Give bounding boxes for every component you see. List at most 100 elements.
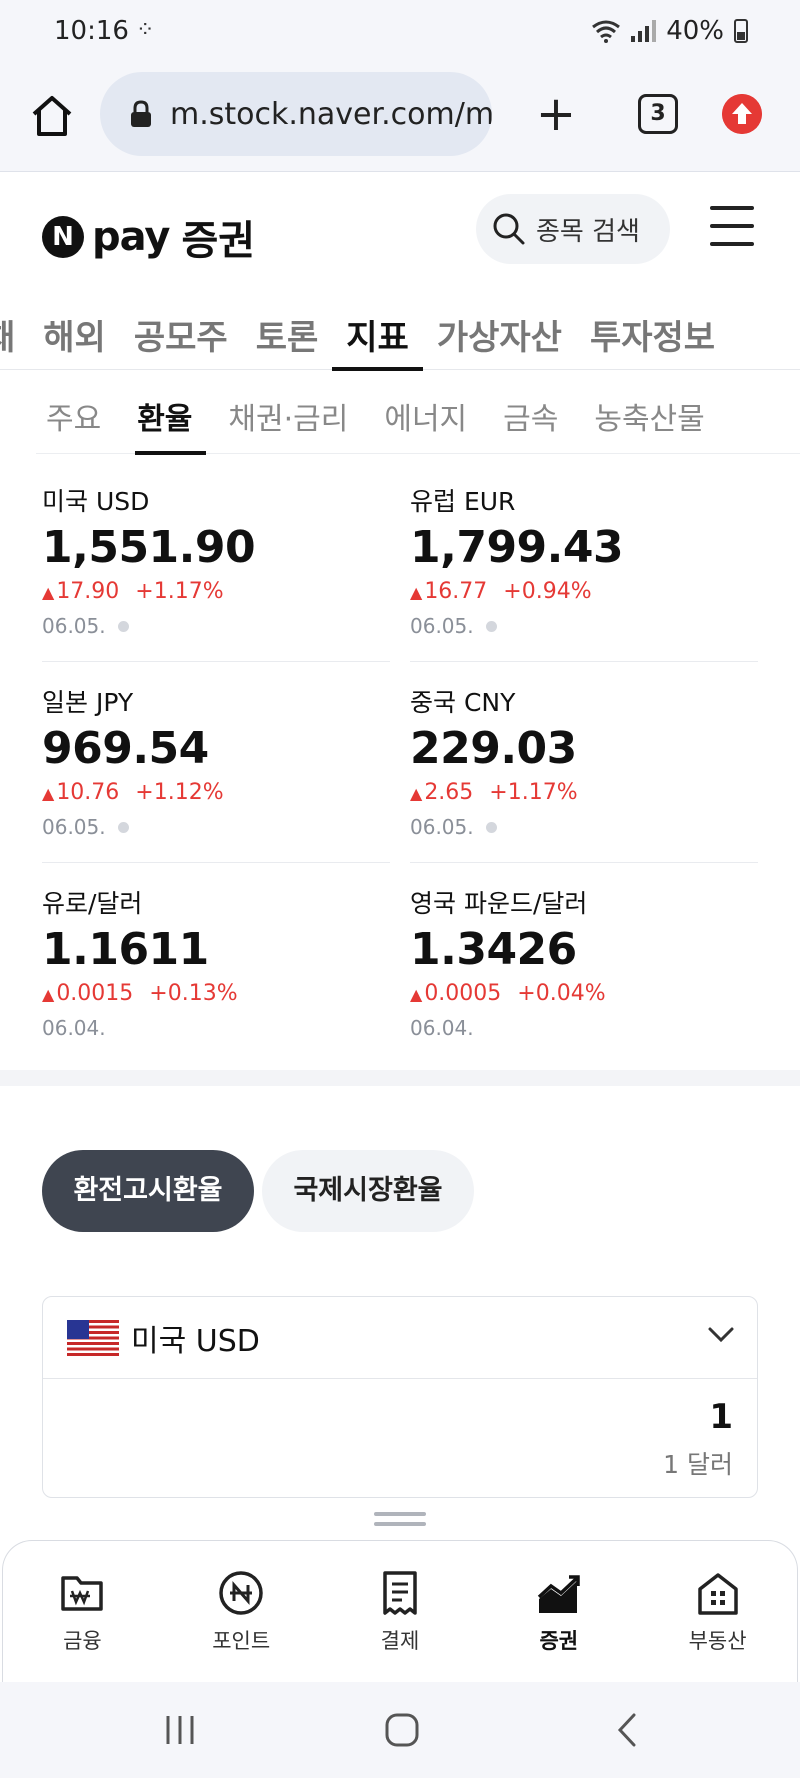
- url-text: m.stock.naver.com/m: [170, 96, 492, 132]
- tab-indicators[interactable]: 지표: [332, 292, 423, 371]
- rate-change: ▲17.90 +1.17%: [42, 579, 390, 604]
- rate-date: 06.05.: [42, 614, 390, 638]
- status-dot: [117, 620, 129, 632]
- rate-card-cny[interactable]: 중국 CNY 229.03 ▲2.65 +1.17% 06.05.: [410, 663, 758, 863]
- tab-ipo[interactable]: 공모주: [120, 292, 242, 370]
- subtab-energy[interactable]: 에너지: [374, 372, 481, 454]
- rate-change: ▲16.77 +0.94%: [410, 579, 758, 604]
- update-icon[interactable]: [722, 94, 762, 134]
- up-triangle-icon: ▲: [42, 985, 55, 1004]
- nav-label: 부동산: [688, 1629, 747, 1653]
- section-divider: [0, 1070, 800, 1086]
- recent-apps-icon[interactable]: [160, 1710, 200, 1750]
- rate-name: 영국 파운드/달러: [410, 889, 588, 918]
- rate-change-percent: +0.04%: [517, 981, 606, 1006]
- rate-change-percent: +0.13%: [149, 981, 238, 1006]
- tab-discussion[interactable]: 토론: [242, 292, 333, 370]
- chevron-down-icon: [708, 1327, 734, 1343]
- app-header: N pay 증권 종목 검색: [0, 172, 800, 288]
- rate-date-text: 06.05.: [410, 815, 474, 839]
- nav-stocks[interactable]: 증권: [479, 1541, 638, 1682]
- naver-n-icon: N: [42, 216, 84, 258]
- rate-value: 1.1611: [42, 924, 209, 975]
- tab-crypto[interactable]: 가상자산: [423, 292, 576, 370]
- battery-percent: 40%: [666, 16, 724, 46]
- status-dot: [117, 821, 129, 833]
- amount-input[interactable]: 1: [709, 1397, 733, 1437]
- rate-change-amount: 16.77: [424, 579, 488, 604]
- rate-value: 1,551.90: [42, 522, 256, 573]
- wallet-won-icon: [61, 1576, 104, 1611]
- home-icon[interactable]: [28, 92, 76, 140]
- home-nav-icon[interactable]: [382, 1710, 422, 1750]
- nav-points[interactable]: 포인트: [162, 1541, 321, 1682]
- rate-name: 유로/달러: [42, 889, 143, 918]
- url-bar[interactable]: m.stock.naver.com/m: [100, 72, 492, 156]
- rate-date: 06.04.: [42, 1016, 390, 1040]
- currency-converter: 미국 USD 1 1 달러: [42, 1296, 758, 1498]
- footsteps-icon: ⁘: [136, 18, 155, 43]
- rate-card-gbpusd[interactable]: 영국 파운드/달러 1.3426 ▲0.0005 +0.04% 06.04.: [410, 864, 758, 1064]
- new-tab-button[interactable]: +: [532, 90, 580, 140]
- wifi-icon: [592, 20, 621, 43]
- rate-value: 969.54: [42, 723, 209, 774]
- nav-label: 포인트: [212, 1629, 271, 1653]
- currency-select[interactable]: 미국 USD: [43, 1297, 757, 1379]
- tab-partial[interactable]: 채: [0, 292, 29, 370]
- rate-change: ▲10.76 +1.12%: [42, 780, 390, 805]
- nav-real-estate[interactable]: 부동산: [638, 1541, 797, 1682]
- rate-value: 1,799.43: [410, 522, 624, 573]
- us-flag-icon: [67, 1319, 119, 1356]
- rate-date: 06.05.: [410, 815, 758, 839]
- points-coin-icon: [219, 1571, 263, 1615]
- rate-date-text: 06.05.: [410, 614, 474, 638]
- subtab-agriculture[interactable]: 농축산물: [584, 372, 718, 454]
- up-triangle-icon: ▲: [410, 583, 423, 602]
- nav-label: 금융: [63, 1629, 102, 1653]
- stock-chart-icon: [537, 1575, 580, 1613]
- search-icon: [493, 213, 525, 245]
- status-bar: 10:16 ⁘ 40%: [0, 0, 800, 64]
- building-icon: [697, 1573, 738, 1615]
- tab-overseas[interactable]: 해외: [29, 292, 120, 370]
- nav-payment[interactable]: 결제: [321, 1541, 480, 1682]
- subtab-exchange-rate[interactable]: 환율: [127, 372, 207, 455]
- rate-change-percent: +1.17%: [489, 780, 578, 805]
- rate-change-amount: 0.0015: [56, 981, 134, 1006]
- search-button[interactable]: 종목 검색: [476, 194, 670, 264]
- nav-finance[interactable]: 금융: [3, 1541, 162, 1682]
- rate-change-percent: +1.12%: [135, 780, 224, 805]
- status-dot: [485, 620, 497, 632]
- tab-switcher-button[interactable]: 3: [638, 94, 678, 134]
- rate-date: 06.05.: [410, 614, 758, 638]
- back-icon[interactable]: [608, 1710, 648, 1750]
- rate-card-eurusd[interactable]: 유로/달러 1.1611 ▲0.0015 +0.13% 06.04.: [42, 864, 390, 1064]
- drag-handle[interactable]: [374, 1512, 426, 1528]
- up-triangle-icon: ▲: [42, 784, 55, 803]
- rate-card-usd[interactable]: 미국 USD 1,551.90 ▲17.90 +1.17% 06.05.: [42, 462, 390, 662]
- hamburger-menu-icon[interactable]: [710, 206, 754, 246]
- international-rate-toggle[interactable]: 국제시장환율: [262, 1150, 474, 1232]
- rate-value: 1.3426: [410, 924, 577, 975]
- browser-toolbar: m.stock.naver.com/m + 3: [0, 64, 800, 172]
- subtab-bonds[interactable]: 채권·금리: [218, 372, 362, 454]
- main-tabs: 채 해외 공모주 토론 지표 가상자산 투자정보: [0, 292, 800, 371]
- rate-card-eur[interactable]: 유럽 EUR 1,799.43 ▲16.77 +0.94% 06.05.: [410, 462, 758, 662]
- rate-change-amount: 0.0005: [424, 981, 502, 1006]
- logo-service-name: 증권: [181, 218, 256, 264]
- rate-card-jpy[interactable]: 일본 JPY 969.54 ▲10.76 +1.12% 06.05.: [42, 663, 390, 863]
- npay-logo[interactable]: N pay 증권: [42, 208, 255, 266]
- tab-investment-info[interactable]: 투자정보: [576, 292, 729, 370]
- status-dot: [485, 821, 497, 833]
- rate-change-amount: 17.90: [56, 579, 120, 604]
- status-time: 10:16: [54, 16, 129, 46]
- subtab-major[interactable]: 주요: [36, 372, 115, 454]
- notice-rate-toggle[interactable]: 환전고시환율: [42, 1150, 254, 1232]
- rate-date-text: 06.04.: [410, 1016, 474, 1040]
- rate-date: 06.04.: [410, 1016, 758, 1040]
- receipt-icon: [383, 1571, 417, 1615]
- subtab-metals[interactable]: 금속: [493, 372, 572, 454]
- rate-name: 미국 USD: [42, 487, 150, 516]
- rate-change-amount: 10.76: [56, 780, 120, 805]
- up-triangle-icon: ▲: [42, 583, 55, 602]
